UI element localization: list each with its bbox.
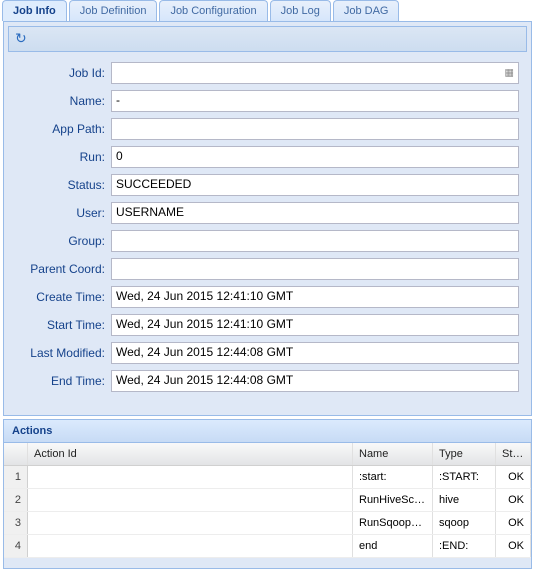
tab-label: Job DAG	[344, 5, 389, 17]
name-field[interactable]: -	[111, 90, 519, 112]
job-id-row: Job Id: ▦	[16, 62, 519, 84]
end-time-value: Wed, 24 Jun 2015 12:44:08 GMT	[116, 373, 293, 387]
cell-name: end	[353, 535, 433, 557]
name-label: Name:	[16, 94, 111, 108]
name-value: -	[116, 93, 120, 107]
last-modified-label: Last Modified:	[16, 346, 111, 360]
status-field[interactable]: SUCCEEDED	[111, 174, 519, 196]
job-id-field[interactable]: ▦	[111, 62, 519, 84]
user-row: User: USERNAME	[16, 202, 519, 224]
end-time-label: End Time:	[16, 374, 111, 388]
cell-action	[28, 512, 353, 534]
table-row[interactable]: 1 :start: :START: OK	[4, 466, 531, 489]
start-time-value: Wed, 24 Jun 2015 12:41:10 GMT	[116, 317, 293, 331]
parent-coord-label: Parent Coord:	[16, 262, 111, 276]
parent-coord-row: Parent Coord:	[16, 258, 519, 280]
cell-type: :END:	[433, 535, 496, 557]
cell-status: OK	[496, 489, 531, 511]
cell-status: OK	[496, 466, 531, 488]
tab-bar: Job Info Job Definition Job Configuratio…	[0, 0, 535, 21]
row-num: 3	[4, 512, 28, 534]
table-row[interactable]: 2 RunHiveScript hive OK	[4, 489, 531, 512]
create-time-row: Create Time: Wed, 24 Jun 2015 12:41:10 G…	[16, 286, 519, 308]
run-value: 0	[116, 149, 123, 163]
status-label: Status:	[16, 178, 111, 192]
job-id-label: Job Id:	[16, 66, 111, 80]
tab-job-log[interactable]: Job Log	[270, 0, 331, 21]
cell-type: hive	[433, 489, 496, 511]
row-num: 2	[4, 489, 28, 511]
toolbar: ↻	[8, 26, 527, 52]
actions-grid-body: 1 :start: :START: OK 2 RunHiveScript hiv…	[4, 466, 531, 558]
last-modified-value: Wed, 24 Jun 2015 12:44:08 GMT	[116, 345, 293, 359]
col-header-action-id[interactable]: Action Id	[28, 443, 353, 465]
cell-name: RunSqoopE…	[353, 512, 433, 534]
cell-name: :start:	[353, 466, 433, 488]
run-field[interactable]: 0	[111, 146, 519, 168]
name-row: Name: -	[16, 90, 519, 112]
tab-label: Job Configuration	[170, 5, 256, 17]
cell-action	[28, 535, 353, 557]
tab-job-definition[interactable]: Job Definition	[69, 0, 158, 21]
run-label: Run:	[16, 150, 111, 164]
cell-status: OK	[496, 512, 531, 534]
col-header-rownum[interactable]	[4, 443, 28, 465]
user-label: User:	[16, 206, 111, 220]
group-label: Group:	[16, 234, 111, 248]
end-time-row: End Time: Wed, 24 Jun 2015 12:44:08 GMT	[16, 370, 519, 392]
start-time-label: Start Time:	[16, 318, 111, 332]
status-value: SUCCEEDED	[116, 177, 191, 191]
refresh-icon[interactable]: ↻	[15, 31, 27, 45]
cell-type: sqoop	[433, 512, 496, 534]
cell-action	[28, 466, 353, 488]
actions-panel: Actions Action Id Name Type Statu 1 :sta…	[3, 419, 532, 569]
last-modified-row: Last Modified: Wed, 24 Jun 2015 12:44:08…	[16, 342, 519, 364]
job-info-form: Job Id: ▦ Name: - App Path: Run: 0 Statu…	[4, 52, 531, 402]
cell-status: OK	[496, 535, 531, 557]
create-time-label: Create Time:	[16, 290, 111, 304]
user-value: USERNAME	[116, 205, 184, 219]
row-num: 4	[4, 535, 28, 557]
end-time-field[interactable]: Wed, 24 Jun 2015 12:44:08 GMT	[111, 370, 519, 392]
start-time-row: Start Time: Wed, 24 Jun 2015 12:41:10 GM…	[16, 314, 519, 336]
group-row: Group:	[16, 230, 519, 252]
create-time-field[interactable]: Wed, 24 Jun 2015 12:41:10 GMT	[111, 286, 519, 308]
tab-job-dag[interactable]: Job DAG	[333, 0, 400, 21]
app-path-row: App Path:	[16, 118, 519, 140]
col-header-status[interactable]: Statu	[496, 443, 531, 465]
app-path-label: App Path:	[16, 122, 111, 136]
tab-label: Job Definition	[80, 5, 147, 17]
user-field[interactable]: USERNAME	[111, 202, 519, 224]
actions-grid: Action Id Name Type Statu 1 :start: :STA…	[4, 443, 531, 558]
table-row[interactable]: 3 RunSqoopE… sqoop OK	[4, 512, 531, 535]
cell-action	[28, 489, 353, 511]
job-info-panel: ↻ Job Id: ▦ Name: - App Path: Run: 0 Sta…	[3, 21, 532, 416]
create-time-value: Wed, 24 Jun 2015 12:41:10 GMT	[116, 289, 293, 303]
table-row[interactable]: 4 end :END: OK	[4, 535, 531, 558]
row-num: 1	[4, 466, 28, 488]
tab-job-configuration[interactable]: Job Configuration	[159, 0, 267, 21]
start-time-field[interactable]: Wed, 24 Jun 2015 12:41:10 GMT	[111, 314, 519, 336]
app-path-field[interactable]	[111, 118, 519, 140]
last-modified-field[interactable]: Wed, 24 Jun 2015 12:44:08 GMT	[111, 342, 519, 364]
tab-label: Job Info	[13, 5, 56, 17]
cell-name: RunHiveScript	[353, 489, 433, 511]
tab-label: Job Log	[281, 5, 320, 17]
tab-job-info[interactable]: Job Info	[2, 0, 67, 21]
col-header-type[interactable]: Type	[433, 443, 496, 465]
parent-coord-field[interactable]	[111, 258, 519, 280]
actions-grid-header: Action Id Name Type Statu	[4, 443, 531, 466]
status-row: Status: SUCCEEDED	[16, 174, 519, 196]
col-header-name[interactable]: Name	[353, 443, 433, 465]
cell-type: :START:	[433, 466, 496, 488]
group-field[interactable]	[111, 230, 519, 252]
actions-panel-header: Actions	[4, 420, 531, 443]
run-row: Run: 0	[16, 146, 519, 168]
field-trigger-icon[interactable]: ▦	[505, 68, 514, 79]
